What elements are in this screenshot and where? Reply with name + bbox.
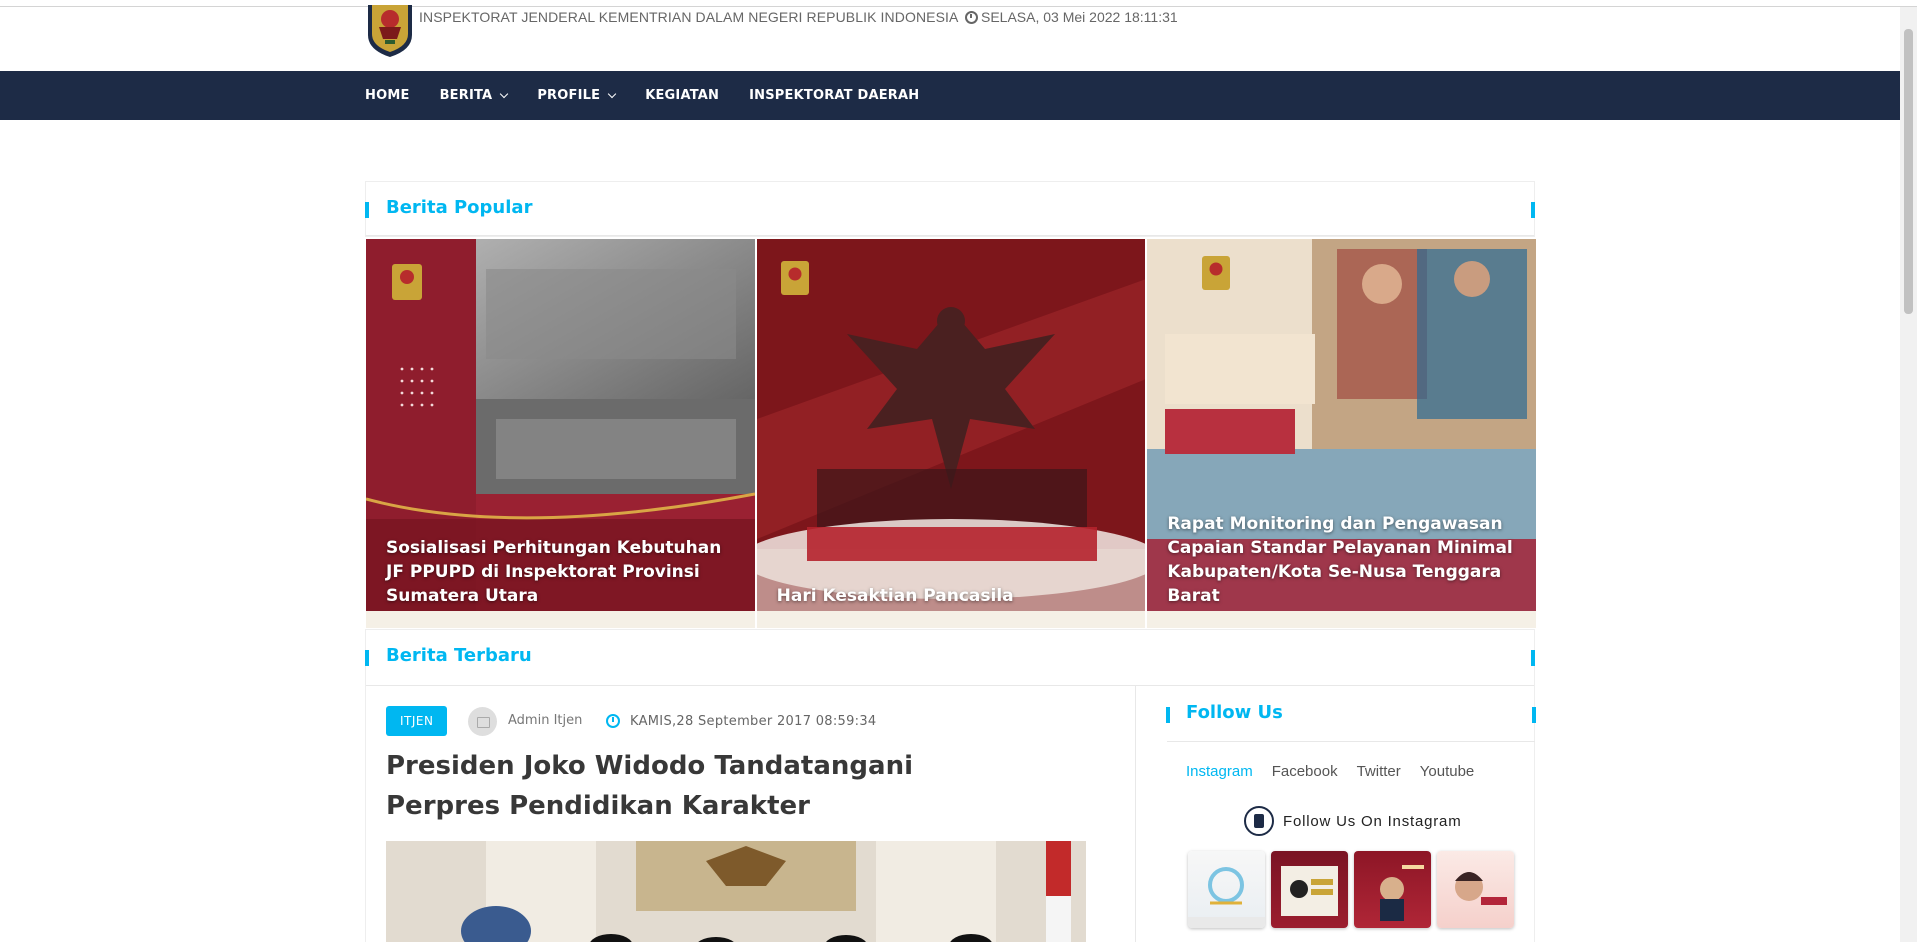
instagram-profile-logo[interactable] bbox=[1244, 806, 1274, 836]
instagram-post-image bbox=[1188, 867, 1265, 928]
follow-us-widget: Follow Us Instagram Facebook Twitter You… bbox=[1166, 686, 1536, 942]
instagram-post[interactable] bbox=[1437, 851, 1514, 928]
site-name: INSPEKTORAT JENDERAL KEMENTRIAN DALAM NE… bbox=[419, 9, 959, 25]
instagram-post[interactable] bbox=[1354, 851, 1431, 928]
post-photo bbox=[386, 841, 1086, 942]
latest-section-header: Berita Terbaru bbox=[365, 630, 1535, 686]
accent-bar bbox=[365, 202, 369, 218]
tab-youtube[interactable]: Youtube bbox=[1420, 763, 1475, 780]
tab-instagram[interactable]: Instagram bbox=[1186, 763, 1253, 780]
main-navbar: HOME BERITA PROFILE KEGIATAN INSPEKTORAT… bbox=[0, 71, 1900, 120]
accent-bar bbox=[1166, 707, 1170, 723]
instagram-post-image bbox=[1281, 866, 1338, 916]
popular-card-caption: Rapat Monitoring dan Pengawasan Capaian … bbox=[1167, 514, 1513, 606]
nav-berita[interactable]: BERITA bbox=[439, 88, 509, 103]
nav-inspektorat-daerah[interactable]: INSPEKTORAT DAERAH bbox=[749, 88, 919, 103]
instagram-feed bbox=[1188, 851, 1514, 928]
post-title[interactable]: Presiden Joko Widodo Tandatangani Perpre… bbox=[386, 746, 1026, 826]
post-date: KAMIS,28 September 2017 08:59:34 bbox=[630, 714, 877, 729]
accent-bar bbox=[1531, 202, 1535, 218]
nav-home-label: HOME bbox=[365, 88, 410, 103]
popular-section-title: Berita Popular bbox=[386, 197, 533, 218]
follow-us-title: Follow Us bbox=[1186, 702, 1283, 723]
popular-section: Berita Popular bbox=[365, 181, 1535, 237]
popular-card[interactable]: Sosialisasi Perhitungan Kebutuhan JF PPU… bbox=[366, 239, 755, 628]
nav-kegiatan-label: KEGIATAN bbox=[645, 88, 720, 103]
popular-card[interactable]: Hari Kesaktian Pancasila bbox=[756, 239, 1146, 628]
chevron-down-icon bbox=[500, 89, 509, 98]
accent-bar bbox=[1531, 650, 1535, 666]
page-scrollbar[interactable] bbox=[1900, 7, 1917, 942]
instagram-heading-text: Follow Us On Instagram bbox=[1283, 812, 1462, 830]
popular-card[interactable]: Rapat Monitoring dan Pengawasan Capaian … bbox=[1147, 239, 1537, 628]
nav-inspektorat-daerah-label: INSPEKTORAT DAERAH bbox=[749, 88, 920, 103]
clock-icon bbox=[965, 10, 978, 24]
site-logo[interactable] bbox=[365, 5, 415, 57]
popular-card-image bbox=[756, 239, 1146, 628]
instagram-post-image bbox=[1455, 872, 1507, 905]
site-header: INSPEKTORAT JENDERAL KEMENTRIAN DALAM NE… bbox=[0, 5, 1900, 71]
nav-profile-label: PROFILE bbox=[537, 88, 601, 103]
scrollbar-thumb[interactable] bbox=[1904, 29, 1913, 314]
current-datetime: SELASA, 03 Mei 2022 18:11:31 bbox=[965, 9, 1178, 25]
post-image[interactable] bbox=[386, 841, 1086, 942]
tab-twitter[interactable]: Twitter bbox=[1357, 763, 1401, 780]
chevron-down-icon bbox=[607, 89, 617, 98]
browser-top-edge bbox=[0, 0, 1917, 7]
accent-bar bbox=[365, 650, 369, 666]
instagram-post-image bbox=[1380, 865, 1424, 921]
instagram-post[interactable] bbox=[1188, 851, 1265, 928]
popular-card-caption: Sosialisasi Perhitungan Kebutuhan JF PPU… bbox=[386, 538, 722, 606]
nav-berita-label: BERITA bbox=[439, 88, 493, 103]
nav-home[interactable]: HOME bbox=[365, 88, 410, 103]
clock-icon bbox=[606, 714, 620, 728]
popular-news-grid: Sosialisasi Perhitungan Kebutuhan JF PPU… bbox=[366, 239, 1537, 628]
nav-kegiatan[interactable]: KEGIATAN bbox=[645, 88, 719, 103]
datetime-text: SELASA, 03 Mei 2022 18:11:31 bbox=[981, 9, 1178, 25]
follow-us-header: Follow Us bbox=[1166, 686, 1536, 742]
nav-menu: HOME BERITA PROFILE KEGIATAN INSPEKTORAT… bbox=[365, 71, 919, 120]
latest-section-title: Berita Terbaru bbox=[386, 645, 532, 666]
category-tag[interactable]: ITJEN bbox=[386, 706, 448, 736]
instagram-post[interactable] bbox=[1271, 851, 1348, 928]
social-tabs: Instagram Facebook Twitter Youtube bbox=[1186, 763, 1474, 780]
nav-profile[interactable]: PROFILE bbox=[537, 88, 617, 103]
instagram-heading: Follow Us On Instagram bbox=[1244, 806, 1461, 836]
popular-section-header: Berita Popular bbox=[365, 182, 1535, 236]
tab-facebook[interactable]: Facebook bbox=[1272, 763, 1338, 780]
avatar bbox=[468, 707, 497, 736]
accent-bar bbox=[1532, 707, 1536, 723]
popular-card-caption: Hari Kesaktian Pancasila bbox=[776, 586, 1014, 606]
latest-post: ITJEN Admin Itjen KAMIS,28 September 201… bbox=[366, 686, 1136, 942]
post-author[interactable]: Admin Itjen bbox=[508, 713, 582, 728]
